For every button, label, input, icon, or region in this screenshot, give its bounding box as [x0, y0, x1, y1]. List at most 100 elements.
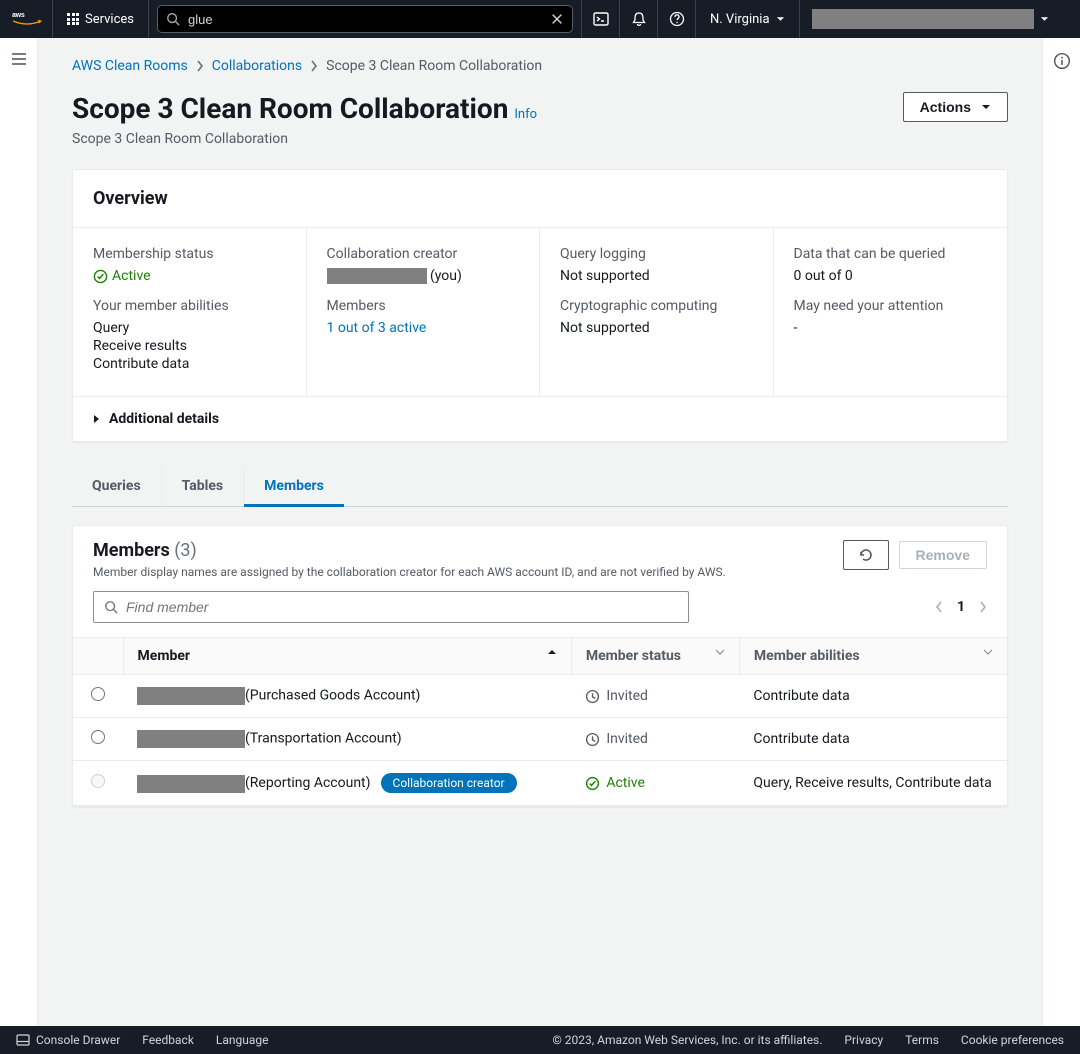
clear-search-icon[interactable]: [550, 12, 564, 26]
crypto-label: Cryptographic computing: [560, 298, 753, 314]
find-member-box[interactable]: [93, 591, 689, 623]
left-rail: [0, 38, 38, 1026]
footer: Console Drawer Feedback Language © 2023,…: [0, 1026, 1080, 1054]
pagination: 1: [935, 599, 987, 615]
members-toolbar: 1: [73, 591, 1007, 637]
notifications-button[interactable]: [619, 0, 657, 38]
caret-down-icon: [776, 16, 785, 22]
chevron-right-icon: [310, 60, 318, 72]
creator-name-redacted: [327, 268, 427, 284]
sort-asc-icon: [547, 648, 557, 656]
page-prev[interactable]: [935, 600, 943, 614]
feedback-link[interactable]: Feedback: [142, 1033, 194, 1047]
console-drawer-icon: [16, 1033, 30, 1047]
creator-badge: Collaboration creator: [381, 773, 517, 793]
breadcrumb: AWS Clean Rooms Collaborations Scope 3 C…: [72, 58, 1008, 74]
region-label: N. Virginia: [710, 12, 770, 27]
query-logging-value: Not supported: [560, 268, 753, 284]
data-queried-value: 0 out of 0: [794, 268, 988, 284]
membership-status-value: Active: [93, 268, 286, 284]
info-panel-toggle[interactable]: [1053, 52, 1071, 1026]
detail-tabs: Queries Tables Members: [72, 468, 1008, 507]
services-label: Services: [85, 12, 134, 27]
page-header: Scope 3 Clean Room CollaborationInfo Sco…: [72, 92, 1008, 147]
collab-creator-label: Collaboration creator: [327, 246, 520, 262]
additional-details-toggle[interactable]: Additional details: [73, 396, 1007, 441]
row-select-radio[interactable]: [91, 730, 105, 744]
actions-dropdown[interactable]: Actions: [903, 92, 1008, 122]
console-drawer-button[interactable]: Console Drawer: [16, 1033, 120, 1047]
row-select-radio[interactable]: [91, 687, 105, 701]
top-navigation: aws Services N. Virginia: [0, 0, 1080, 38]
member-abilities-cell: Contribute data: [739, 718, 1007, 761]
grid-icon: [67, 13, 79, 25]
members-desc: Member display names are assigned by the…: [93, 565, 726, 579]
overview-panel: Overview Membership status Active Collab…: [72, 169, 1008, 442]
breadcrumb-collaborations[interactable]: Collaborations: [212, 58, 302, 74]
members-table: Member Member status Member abilities (P…: [73, 637, 1007, 806]
abilities-label: Your member abilities: [93, 298, 286, 314]
refresh-icon: [858, 547, 874, 563]
main-content: AWS Clean Rooms Collaborations Scope 3 C…: [38, 38, 1042, 1026]
members-count-link[interactable]: 1 out of 3 active: [327, 320, 520, 336]
find-member-input[interactable]: [126, 599, 678, 615]
table-row: (Purchased Goods Account)InvitedContribu…: [73, 675, 1007, 718]
members-count-label: Members: [327, 298, 520, 314]
col-abilities[interactable]: Member abilities: [739, 638, 1007, 675]
sort-icon: [983, 648, 993, 656]
aws-logo[interactable]: aws: [12, 0, 53, 38]
member-status-cell: Invited: [571, 718, 739, 761]
privacy-link[interactable]: Privacy: [844, 1033, 883, 1047]
members-header: Members (3) Member display names are ass…: [73, 526, 1007, 591]
refresh-button[interactable]: [843, 540, 889, 570]
info-link[interactable]: Info: [514, 107, 537, 122]
terms-link[interactable]: Terms: [905, 1033, 939, 1047]
overview-title: Overview: [93, 188, 987, 209]
tab-queries[interactable]: Queries: [72, 468, 162, 506]
region-selector[interactable]: N. Virginia: [695, 0, 800, 38]
member-name-cell: (Purchased Goods Account): [123, 675, 571, 718]
help-button[interactable]: [657, 0, 695, 38]
account-name-redacted: [812, 9, 1034, 29]
services-menu[interactable]: Services: [53, 0, 149, 38]
tab-tables[interactable]: Tables: [162, 468, 244, 506]
table-row: (Reporting Account)Collaboration creator…: [73, 761, 1007, 806]
query-logging-label: Query logging: [560, 246, 753, 262]
members-title: Members (3): [93, 540, 197, 561]
language-link[interactable]: Language: [216, 1033, 269, 1047]
overview-header: Overview: [73, 170, 1007, 228]
status-ok-icon: [585, 776, 600, 791]
global-search-input[interactable]: [188, 12, 542, 27]
crypto-value: Not supported: [560, 320, 753, 336]
chevron-right-icon: [196, 60, 204, 72]
attention-label: May need your attention: [794, 298, 988, 314]
page-next[interactable]: [979, 600, 987, 614]
collab-creator-value: (you): [327, 268, 520, 284]
right-rail: [1042, 38, 1080, 1026]
row-select-radio: [91, 774, 105, 788]
col-member[interactable]: Member: [123, 638, 571, 675]
member-name-redacted: [137, 730, 245, 748]
col-status[interactable]: Member status: [571, 638, 739, 675]
account-menu[interactable]: [812, 9, 1049, 29]
remove-button[interactable]: Remove: [899, 541, 987, 569]
cloudshell-button[interactable]: [581, 0, 619, 38]
open-sidenav-button[interactable]: [11, 52, 27, 1026]
global-search[interactable]: [157, 5, 573, 33]
breadcrumb-root[interactable]: AWS Clean Rooms: [72, 58, 188, 74]
member-status-cell: Invited: [571, 675, 739, 718]
caret-down-icon: [981, 104, 991, 110]
tab-members[interactable]: Members: [244, 468, 344, 507]
members-panel: Members (3) Member display names are ass…: [72, 525, 1008, 807]
page-current: 1: [957, 599, 965, 615]
member-name-redacted: [137, 687, 245, 705]
caret-right-icon: [93, 414, 101, 424]
pending-icon: [585, 689, 600, 704]
breadcrumb-current: Scope 3 Clean Room Collaboration: [326, 58, 542, 74]
member-name-cell: (Transportation Account): [123, 718, 571, 761]
page-title: Scope 3 Clean Room CollaborationInfo: [72, 92, 537, 125]
cookies-link[interactable]: Cookie preferences: [961, 1033, 1064, 1047]
abilities-value: Query Receive results Contribute data: [93, 320, 286, 372]
member-abilities-cell: Query, Receive results, Contribute data: [739, 761, 1007, 806]
pending-icon: [585, 732, 600, 747]
